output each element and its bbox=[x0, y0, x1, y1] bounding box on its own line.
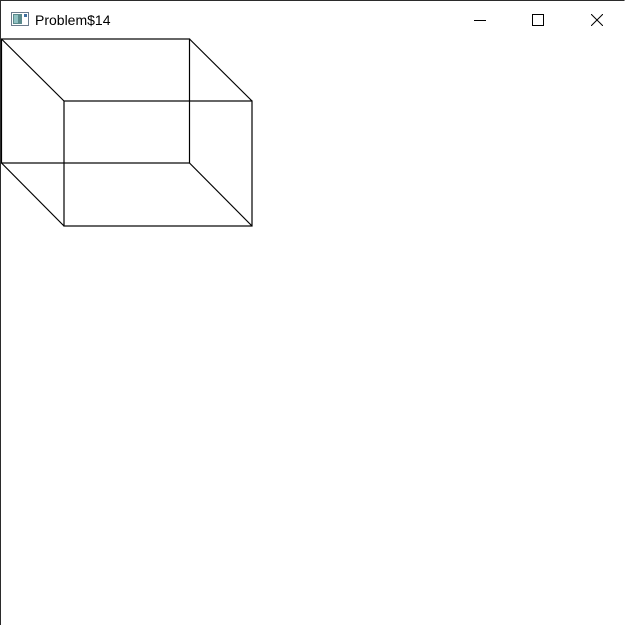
close-icon bbox=[591, 13, 603, 26]
minimize-button[interactable] bbox=[457, 1, 503, 38]
maximize-button[interactable] bbox=[515, 1, 561, 38]
cuboid-edge-top-left bbox=[1, 38, 65, 102]
minimize-icon bbox=[474, 19, 486, 21]
wireframe-cuboid bbox=[0, 38, 253, 227]
application-window: Problem$14 bbox=[0, 0, 625, 625]
window-title: Problem$14 bbox=[35, 12, 111, 28]
title-bar[interactable]: Problem$14 bbox=[1, 1, 625, 38]
cuboid-edge-bottom-left bbox=[1, 162, 65, 227]
maximize-icon bbox=[532, 13, 544, 26]
cuboid-edge-top-right bbox=[189, 38, 253, 102]
cuboid-edge-bottom-right bbox=[189, 162, 253, 227]
close-button[interactable] bbox=[574, 1, 620, 38]
drawing-canvas[interactable] bbox=[0, 38, 625, 625]
java-app-icon[interactable] bbox=[11, 12, 29, 26]
